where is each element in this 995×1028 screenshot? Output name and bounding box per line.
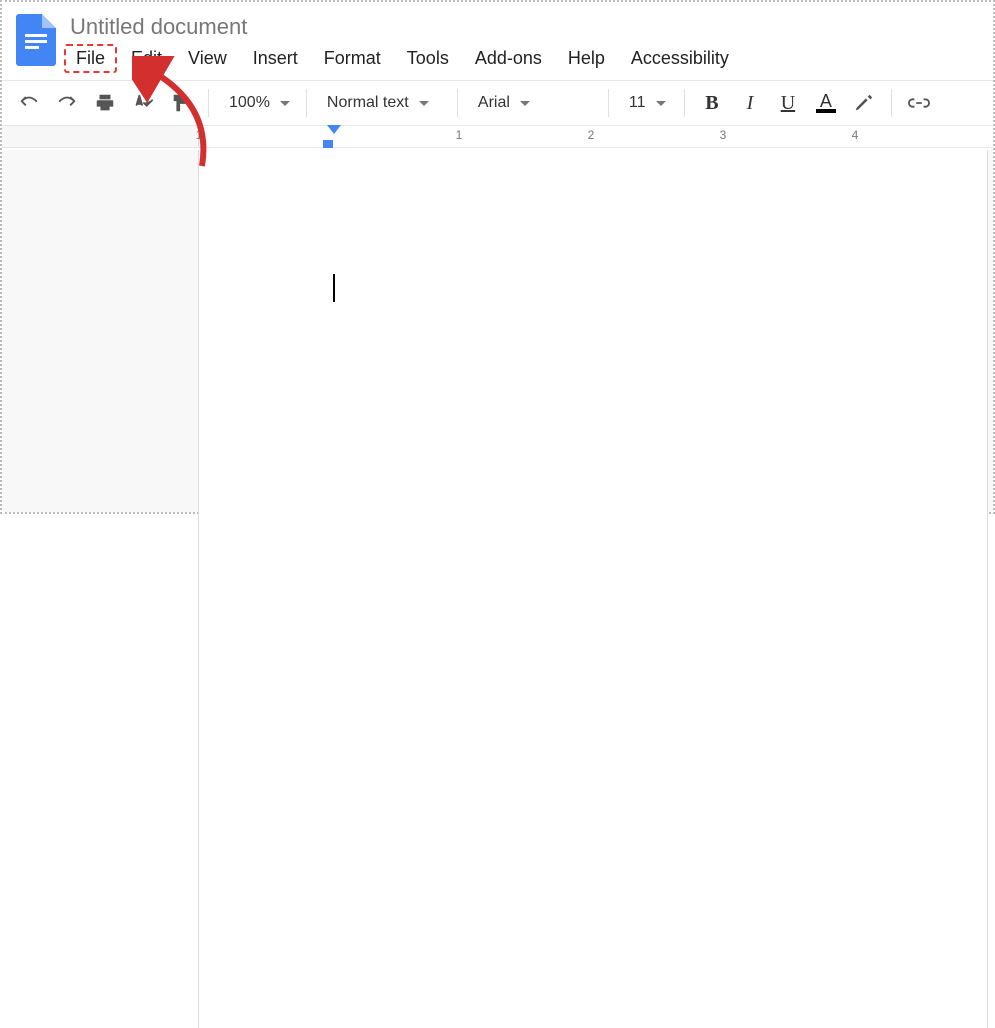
underline-button[interactable]: U: [771, 86, 805, 120]
zoom-value: 100%: [229, 94, 270, 112]
menu-addons[interactable]: Add-ons: [463, 44, 554, 73]
menu-accessibility[interactable]: Accessibility: [619, 44, 741, 73]
text-cursor: [333, 274, 335, 302]
toolbar-separator: [457, 89, 458, 117]
ruler-gutter: [2, 126, 198, 147]
chevron-down-icon: [419, 101, 429, 106]
chevron-down-icon: [520, 101, 530, 106]
toolbar-separator: [208, 89, 209, 117]
paragraph-style-dropdown[interactable]: Normal text: [317, 86, 447, 120]
header: Untitled document File Edit View Insert …: [2, 2, 993, 80]
toolbar-separator: [608, 89, 609, 117]
ruler-mark: 2: [588, 128, 595, 142]
spellcheck-button[interactable]: [126, 86, 160, 120]
size-value: 11: [629, 94, 646, 112]
document-title[interactable]: Untitled document: [64, 14, 253, 44]
chevron-down-icon: [656, 101, 666, 106]
text-color-button[interactable]: A: [809, 86, 843, 120]
menu-edit[interactable]: Edit: [119, 44, 174, 73]
insert-link-button[interactable]: [902, 86, 936, 120]
menu-format[interactable]: Format: [312, 44, 393, 73]
ruler-mark: 1: [196, 128, 203, 142]
menu-view[interactable]: View: [176, 44, 239, 73]
menu-insert[interactable]: Insert: [241, 44, 310, 73]
menubar: File Edit View Insert Format Tools Add-o…: [64, 44, 985, 73]
style-value: Normal text: [327, 94, 409, 112]
menu-tools[interactable]: Tools: [395, 44, 461, 73]
font-value: Arial: [478, 94, 510, 112]
redo-button[interactable]: [50, 86, 84, 120]
toolbar-separator: [891, 89, 892, 117]
ruler[interactable]: 1 1 2 3 4: [2, 126, 993, 148]
toolbar: 100% Normal text Arial 11 B I U A: [2, 80, 993, 126]
ruler-track: 1 1 2 3 4: [198, 126, 993, 147]
ruler-mark: 1: [456, 128, 463, 142]
undo-button[interactable]: [12, 86, 46, 120]
toolbar-separator: [306, 89, 307, 117]
font-dropdown[interactable]: Arial: [468, 86, 598, 120]
ruler-mark: 3: [720, 128, 727, 142]
menu-help[interactable]: Help: [556, 44, 617, 73]
menu-file[interactable]: File: [64, 44, 117, 73]
title-area: Untitled document File Edit View Insert …: [64, 8, 985, 73]
workspace: [2, 150, 993, 512]
document-page[interactable]: [198, 150, 988, 1028]
zoom-dropdown[interactable]: 100%: [219, 86, 296, 120]
bold-button[interactable]: B: [695, 86, 729, 120]
ruler-mark: 4: [852, 128, 859, 142]
paint-format-button[interactable]: [164, 86, 198, 120]
highlight-button[interactable]: [847, 86, 881, 120]
first-line-indent-icon[interactable]: [323, 140, 333, 148]
indent-marker-icon[interactable]: [327, 125, 341, 134]
italic-button[interactable]: I: [733, 86, 767, 120]
docs-logo-icon[interactable]: [16, 14, 56, 66]
print-button[interactable]: [88, 86, 122, 120]
chevron-down-icon: [280, 101, 290, 106]
font-size-dropdown[interactable]: 11: [619, 86, 674, 120]
toolbar-separator: [684, 89, 685, 117]
